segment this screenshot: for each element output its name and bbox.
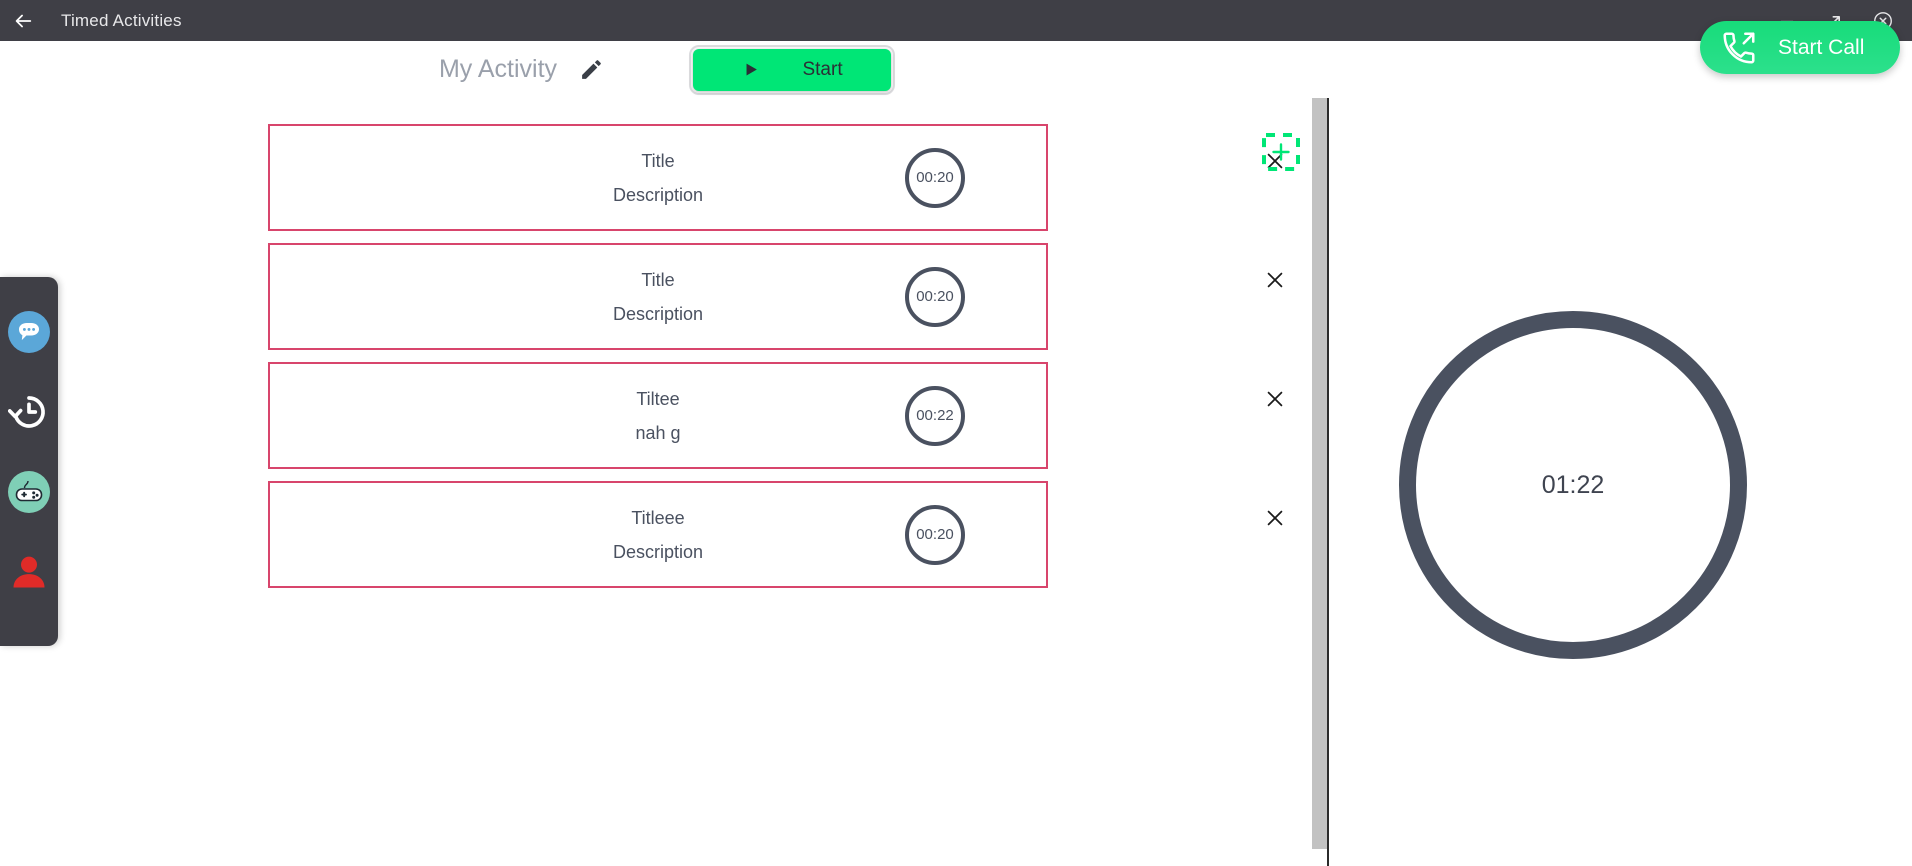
- dashed-plus-icon: [1262, 133, 1300, 171]
- activity-description: nah g: [635, 422, 681, 443]
- total-timer-pane: 01:22: [1329, 98, 1912, 866]
- activity-timer[interactable]: 00:22: [905, 385, 965, 446]
- history-clock-icon: [8, 396, 45, 428]
- activity-timer-value: 00:20: [916, 169, 954, 186]
- sidebar-item-profile[interactable]: [8, 551, 50, 593]
- activity-toolbar: My Activity Start: [0, 41, 1912, 98]
- remove-activity-button[interactable]: [1260, 384, 1290, 414]
- add-activity-button[interactable]: [1259, 130, 1303, 174]
- remove-activity-button[interactable]: [1260, 265, 1290, 295]
- pencil-icon: [581, 60, 601, 79]
- activity-title: Title: [641, 150, 675, 171]
- activity-description: Description: [612, 303, 704, 324]
- outgoing-call-icon: [1723, 31, 1755, 64]
- chat-bubble-icon: [8, 311, 50, 353]
- total-timer-value: 01:22: [1541, 470, 1605, 499]
- total-timer[interactable]: 01:22: [1399, 311, 1747, 659]
- close-x-icon: [1267, 272, 1283, 288]
- play-icon: [747, 63, 758, 76]
- back-button[interactable]: [0, 0, 46, 41]
- activity-card[interactable]: Tiltee nah g 00:22: [268, 362, 1283, 469]
- sidebar-item-games[interactable]: [8, 471, 50, 513]
- close-x-icon: [1267, 510, 1283, 526]
- activity-timer[interactable]: 00:20: [905, 504, 965, 565]
- sidebar-item-chat[interactable]: [8, 311, 50, 353]
- activity-title: Titleee: [631, 507, 685, 528]
- activity-card-list: Title Description 00:20 Title Descriptio…: [268, 124, 1283, 600]
- start-call-label: Start Call: [1778, 35, 1865, 59]
- app-root: Timed Activities Start Call My Activity …: [0, 0, 1912, 866]
- close-x-icon: [1267, 391, 1283, 407]
- edit-activity-button[interactable]: [571, 50, 611, 90]
- sidebar-dock: [0, 277, 58, 646]
- activity-timer[interactable]: 00:20: [905, 266, 965, 327]
- person-icon: [13, 556, 45, 588]
- activity-card[interactable]: Titleee Description 00:20: [268, 481, 1283, 588]
- activity-card[interactable]: Title Description 00:20: [268, 243, 1283, 350]
- start-timer-button[interactable]: Start: [689, 44, 896, 95]
- gamepad-icon: [8, 471, 50, 513]
- sidebar-item-history[interactable]: [8, 391, 50, 433]
- activity-name: My Activity: [438, 55, 558, 83]
- activity-title: Title: [641, 269, 675, 290]
- vertical-scrollbar[interactable]: [1312, 98, 1327, 849]
- arrow-left-icon: [15, 14, 32, 27]
- activity-timer-value: 00:20: [916, 526, 954, 543]
- activity-description: Description: [612, 541, 704, 562]
- start-timer-label: Start: [802, 58, 843, 80]
- start-call-button[interactable]: Start Call: [1700, 21, 1900, 74]
- window-titlebar: Timed Activities: [0, 0, 1912, 41]
- activity-title: Tiltee: [636, 388, 680, 409]
- activity-timer[interactable]: 00:20: [905, 147, 965, 208]
- activities-pane: Title Description 00:20 Title Descriptio…: [0, 98, 1312, 849]
- window-title: Timed Activities: [61, 10, 182, 30]
- activity-description: Description: [612, 184, 704, 205]
- activity-timer-value: 00:20: [916, 288, 954, 305]
- activity-timer-value: 00:22: [916, 407, 954, 424]
- remove-activity-button[interactable]: [1260, 503, 1290, 533]
- activity-card[interactable]: Title Description 00:20: [268, 124, 1283, 231]
